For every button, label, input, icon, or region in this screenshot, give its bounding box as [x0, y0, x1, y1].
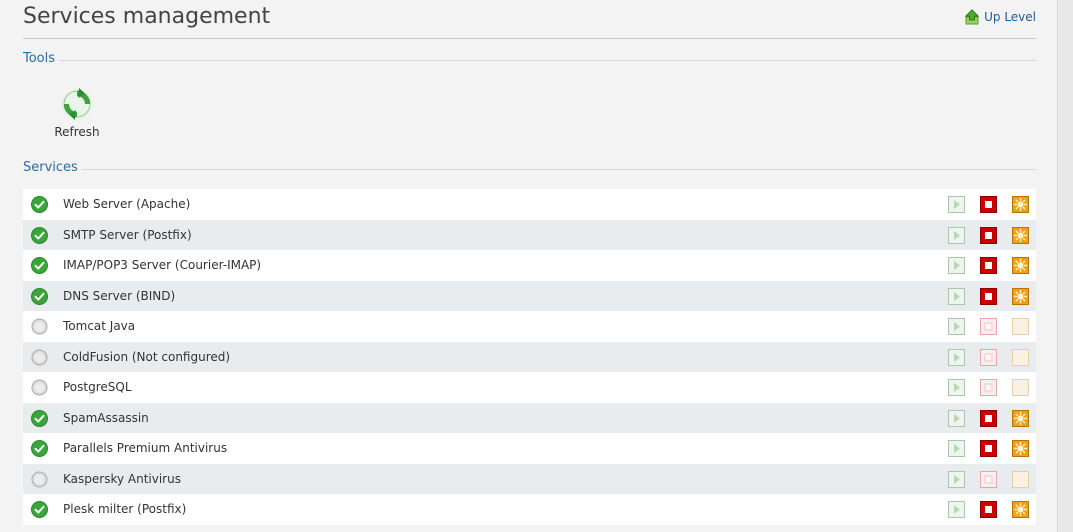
play-icon [948, 501, 965, 518]
restart-icon[interactable] [1012, 226, 1029, 244]
services-section-label: Services [23, 160, 82, 175]
check-circle-icon [31, 287, 48, 305]
grey-circle-icon [31, 349, 48, 365]
play-icon [948, 470, 965, 488]
services-section-header: Services [23, 160, 1036, 178]
grey-circle-icon [31, 471, 48, 487]
service-row: Kaspersky Antivirus [23, 463, 1036, 494]
service-name: ColdFusion (Not configured) [63, 349, 231, 364]
service-row: Parallels Premium Antivirus [23, 433, 1036, 464]
play-icon [948, 226, 965, 244]
up-arrow-icon [964, 9, 980, 25]
stop-icon [980, 318, 997, 335]
restart-icon[interactable] [1012, 287, 1029, 305]
restart-icon[interactable] [1012, 501, 1029, 518]
restart-icon[interactable] [1012, 196, 1029, 213]
services-list: Web Server (Apache) SMTP Server (Postfix)… [23, 189, 1036, 525]
check-circle-icon [31, 440, 48, 457]
play-icon [948, 379, 965, 396]
play-icon [948, 348, 965, 366]
play-icon [948, 257, 965, 274]
service-row: PostgreSQL [23, 372, 1036, 403]
stop-icon [980, 470, 997, 488]
stop-icon[interactable] [980, 440, 997, 457]
right-gutter [1059, 0, 1073, 532]
stop-icon[interactable] [980, 226, 997, 244]
stop-icon[interactable] [980, 409, 997, 427]
grey-circle-icon [31, 318, 48, 335]
service-row: SpamAssassin [23, 402, 1036, 433]
service-actions [948, 287, 1029, 305]
check-circle-icon [31, 409, 48, 427]
play-icon [948, 409, 965, 427]
grey-circle-icon [31, 379, 48, 396]
play-icon [948, 318, 965, 335]
restart-icon[interactable] [1012, 409, 1029, 427]
service-actions [948, 501, 1029, 518]
service-name: Tomcat Java [63, 319, 136, 333]
service-row: Tomcat Java [23, 311, 1036, 342]
service-actions [948, 226, 1029, 244]
restart-icon [1012, 379, 1029, 396]
service-name: Kaspersky Antivirus [63, 471, 181, 486]
service-name: PostgreSQL [63, 380, 132, 394]
restart-icon [1012, 470, 1029, 488]
service-row: ColdFusion (Not configured) [23, 341, 1036, 372]
restart-icon[interactable] [1012, 257, 1029, 274]
check-circle-icon [31, 257, 48, 274]
up-level-link[interactable]: Up Level [964, 9, 1036, 25]
tools-section-header: Tools [23, 51, 1036, 69]
stop-icon[interactable] [980, 287, 997, 305]
service-row: DNS Server (BIND) [23, 280, 1036, 311]
tools-section-label: Tools [23, 51, 60, 66]
up-level-label: Up Level [984, 10, 1036, 24]
check-circle-icon [31, 196, 48, 213]
service-actions [948, 379, 1029, 396]
stop-icon [980, 348, 997, 366]
refresh-icon [61, 88, 93, 120]
play-icon [948, 440, 965, 457]
service-actions [948, 348, 1029, 366]
service-actions [948, 257, 1029, 274]
refresh-button[interactable]: Refresh [50, 87, 104, 139]
service-name: Plesk milter (Postfix) [63, 502, 187, 516]
restart-icon [1012, 348, 1029, 366]
refresh-label: Refresh [54, 125, 100, 139]
service-row: Web Server (Apache) [23, 189, 1036, 220]
service-row: SMTP Server (Postfix) [23, 219, 1036, 250]
service-name: SpamAssassin [63, 410, 149, 425]
stop-icon[interactable] [980, 257, 997, 274]
service-name: Parallels Premium Antivirus [63, 441, 228, 455]
page-title: Services management [23, 4, 271, 29]
tools-divider [23, 60, 1036, 61]
service-actions [948, 470, 1029, 488]
service-actions [948, 409, 1029, 427]
service-name: IMAP/POP3 Server (Courier-IMAP) [63, 258, 262, 272]
restart-icon[interactable] [1012, 440, 1029, 457]
play-icon [948, 287, 965, 305]
service-name: Web Server (Apache) [63, 197, 191, 211]
stop-icon [980, 379, 997, 396]
service-actions [948, 440, 1029, 457]
play-icon [948, 196, 965, 213]
stop-icon[interactable] [980, 196, 997, 213]
title-bar: Services management Up Level [23, 0, 1036, 39]
service-actions [948, 318, 1029, 335]
stop-icon[interactable] [980, 501, 997, 518]
service-name: SMTP Server (Postfix) [63, 227, 192, 242]
services-divider [23, 169, 1036, 170]
page: Services management Up Level Tools Refre… [0, 0, 1058, 532]
check-circle-icon [31, 501, 48, 518]
service-actions [948, 196, 1029, 213]
service-row: Plesk milter (Postfix) [23, 494, 1036, 525]
service-name: DNS Server (BIND) [63, 288, 176, 303]
check-circle-icon [31, 226, 48, 244]
service-row: IMAP/POP3 Server (Courier-IMAP) [23, 250, 1036, 281]
restart-icon [1012, 318, 1029, 335]
